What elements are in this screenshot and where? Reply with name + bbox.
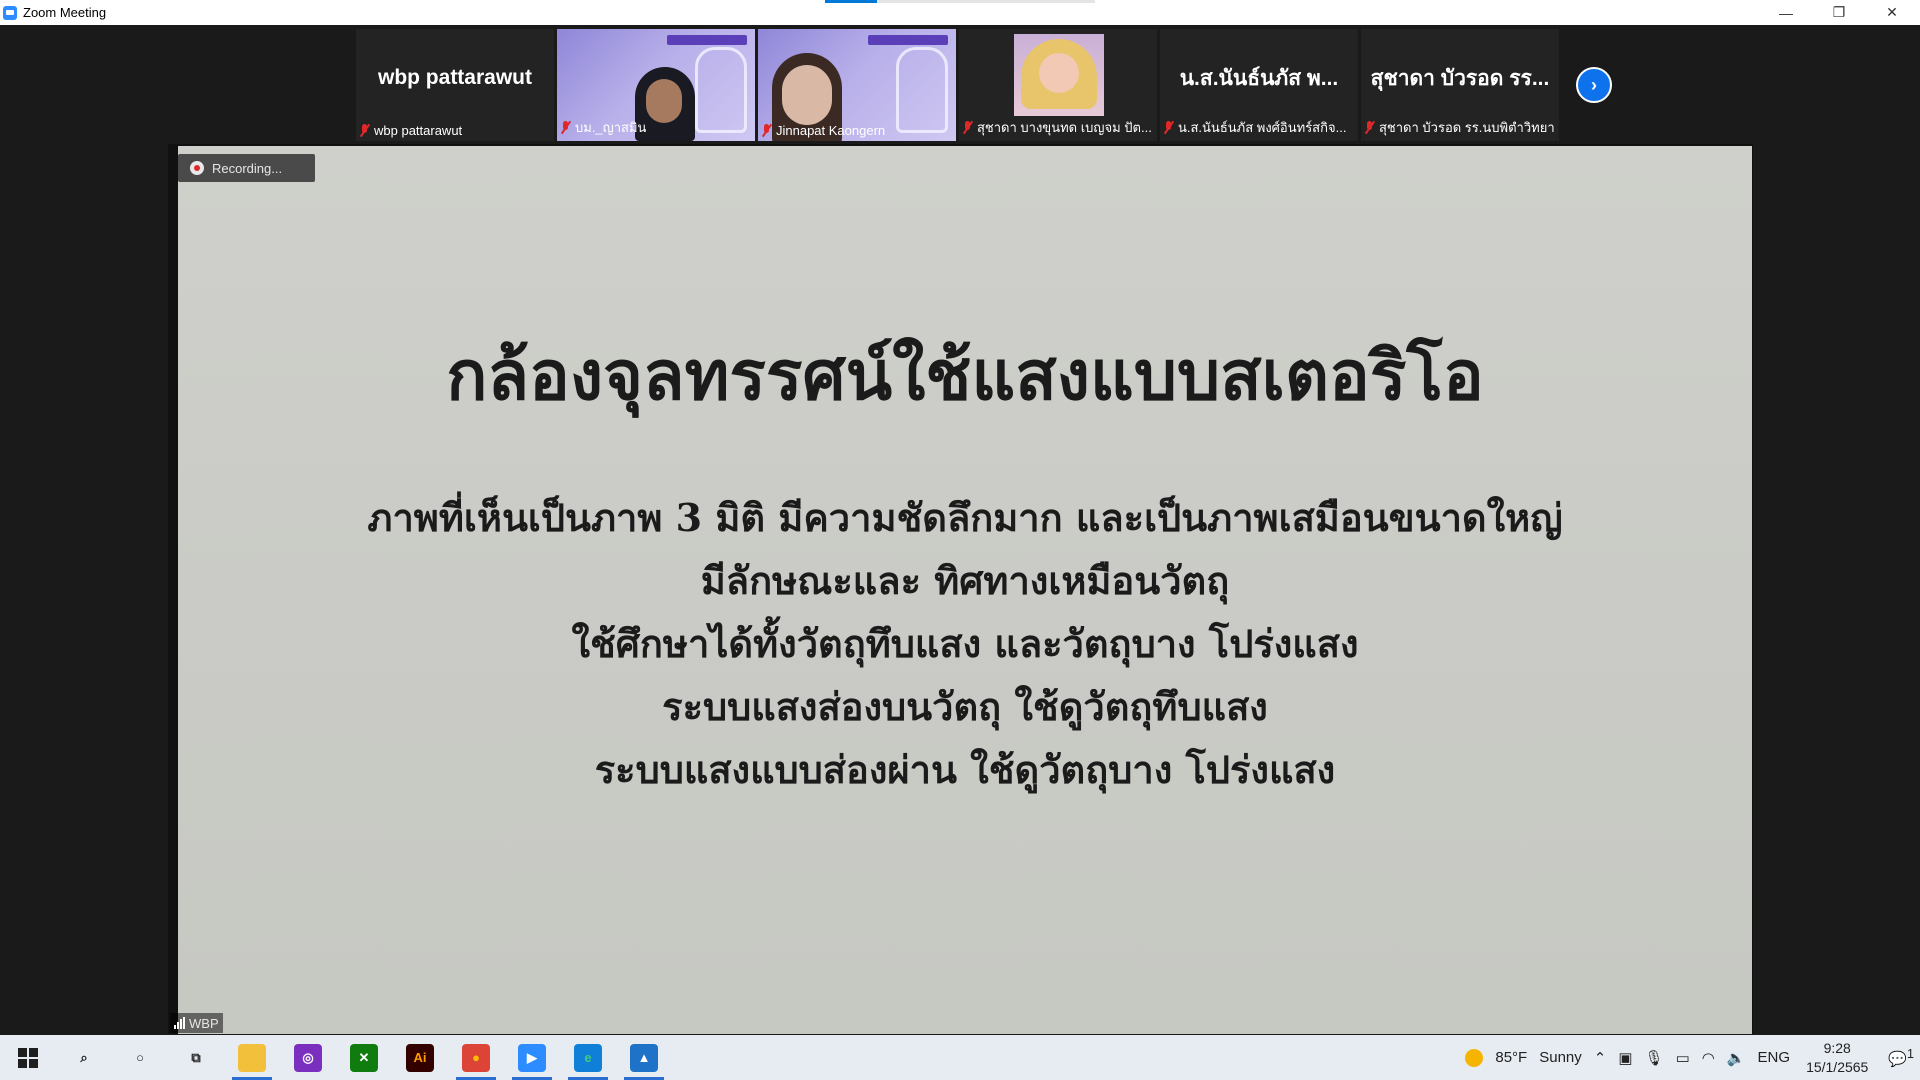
zoom-app-icon	[3, 5, 17, 20]
photos-icon[interactable]: ▲	[616, 1035, 672, 1080]
participant-tile[interactable]: บม._ญาสมิน	[557, 29, 755, 141]
task-view-icon[interactable]: ⧉	[168, 1035, 224, 1080]
recording-indicator[interactable]: Recording...	[178, 154, 315, 182]
window-title-bar: Zoom Meeting — ❐ ✕	[0, 0, 1920, 25]
meet-now-icon[interactable]: ▣	[1618, 1049, 1632, 1067]
participant-tile[interactable]: น.ส.นันธ์นภัส พ... น.ส.นันธ์นภัส พงศ์อิน…	[1160, 29, 1358, 141]
weather-temp[interactable]: 85°F	[1495, 1049, 1527, 1066]
zoom-icon[interactable]: ▶	[504, 1035, 560, 1080]
notifications-icon[interactable]: 💬1	[1888, 1047, 1914, 1068]
participant-strip: wbp pattarawut wbp pattarawut บม._ญาสมิน…	[356, 29, 1612, 141]
system-tray: 85°F Sunny ⌃ ▣ 🎙 ▭ ◠ 🔈 ENG 9:28 15/1/256…	[1459, 1035, 1920, 1080]
cortana-icon[interactable]: ○	[112, 1035, 168, 1080]
search-icon[interactable]: ⌕	[56, 1035, 112, 1080]
chevron-up-icon[interactable]: ⌃	[1594, 1049, 1607, 1067]
file-explorer-icon[interactable]: ▬	[224, 1035, 280, 1080]
mic-muted-icon	[762, 124, 772, 137]
clock-time: 9:28	[1823, 1039, 1851, 1056]
clock[interactable]: 9:28 15/1/2565	[1806, 1039, 1868, 1077]
clock-date: 15/1/2565	[1806, 1058, 1869, 1075]
volume-icon[interactable]: 🔈	[1727, 1049, 1746, 1067]
language-indicator[interactable]: ENG	[1758, 1049, 1791, 1066]
notification-count: 1	[1907, 1047, 1914, 1061]
weather-sun-icon	[1465, 1048, 1484, 1067]
wifi-icon[interactable]: ◠	[1702, 1049, 1715, 1067]
weather-condition[interactable]: Sunny	[1539, 1049, 1582, 1066]
participant-label: wbp pattarawut	[360, 123, 462, 138]
taskbar-apps: ⌕ ○ ⧉ ▬ ◎ ✕ Ai ● ▶ e ▲	[56, 1035, 672, 1080]
recording-label: Recording...	[212, 160, 283, 176]
participant-tile[interactable]: สุชาดา บัวรอด รร... สุชาดา บัวรอด รร.นบพ…	[1361, 29, 1559, 141]
slide-line: ระบบแสงแบบส่องผ่าน ใช้ดูวัตถุบาง โปร่งแส…	[594, 747, 1336, 792]
taskbar: ⌕ ○ ⧉ ▬ ◎ ✕ Ai ● ▶ e ▲ 85°F Sunny ⌃ ▣ 🎙 ▭ ◠ 🔈 ENG …	[0, 1035, 1920, 1080]
participant-tile[interactable]: wbp pattarawut wbp pattarawut	[356, 29, 554, 141]
mic-muted-icon	[360, 124, 370, 137]
close-button[interactable]: ✕	[1866, 0, 1918, 25]
participant-label: น.ส.นันธ์นภัส พงศ์อินทร์สกิจ...	[1164, 117, 1346, 138]
windows-start-icon[interactable]	[0, 1035, 56, 1080]
slide-title: กล้องจุลทรรศน์ใช้แสงแบบสเตอริโอ	[446, 336, 1484, 416]
cloud-record-icon	[190, 161, 204, 175]
edge-icon[interactable]: e	[560, 1035, 616, 1080]
next-participants-button[interactable]: ›	[1576, 67, 1612, 103]
chrome-icon[interactable]: ●	[448, 1035, 504, 1080]
microscope-graphic	[896, 47, 948, 133]
microscope-graphic	[695, 47, 747, 133]
title-progress-indicator	[825, 0, 1095, 3]
xbox-icon[interactable]: ✕	[336, 1035, 392, 1080]
participant-label: Jinnapat Kaongern	[762, 123, 885, 138]
battery-icon[interactable]: ▭	[1676, 1049, 1690, 1067]
window-title: Zoom Meeting	[23, 5, 107, 20]
participant-tile[interactable]: สุชาดา บางขุนทด เบญจม ปัต...	[959, 29, 1157, 141]
mic-muted-icon	[963, 121, 973, 134]
sharer-label: WBP	[170, 1013, 223, 1033]
illustrator-icon[interactable]: Ai	[392, 1035, 448, 1080]
video-background-banner	[868, 35, 948, 45]
slide-line: มีลักษณะและ ทิศทางเหมือนวัตถุ	[700, 558, 1230, 603]
slide-line: ภาพที่เห็นเป็นภาพ 3 มิติ มีความชัดลึกมาก…	[367, 495, 1563, 540]
presentation-slide: กล้องจุลทรรศน์ใช้แสงแบบสเตอริโอ ภาพที่เห…	[178, 146, 1752, 1034]
participant-label: สุชาดา บัวรอด รร.นบพิตำวิทยา	[1365, 117, 1555, 138]
mic-muted-icon	[1365, 121, 1375, 134]
video-background-banner	[667, 35, 747, 45]
slide-body: ภาพที่เห็นเป็นภาพ 3 มิติ มีความชัดลึกมาก…	[178, 486, 1752, 801]
microphone-icon[interactable]: 🎙	[1645, 1049, 1664, 1067]
slide-line: ใช้ศึกษาได้ทั้งวัตถุทึบแสง และวัตถุบาง โ…	[571, 621, 1359, 666]
signal-strength-icon	[174, 1017, 185, 1029]
mic-muted-icon	[1164, 121, 1174, 134]
podcast-app-icon[interactable]: ◎	[280, 1035, 336, 1080]
participant-tile[interactable]: Jinnapat Kaongern	[758, 29, 956, 141]
minimize-button[interactable]: —	[1760, 0, 1812, 25]
restore-button[interactable]: ❐	[1813, 0, 1865, 25]
mic-muted-icon	[561, 121, 571, 134]
slide-line: ระบบแสงส่องบนวัตถุ ใช้ดูวัตถุทึบแสง	[662, 684, 1268, 729]
participant-label: บม._ญาสมิน	[561, 117, 646, 138]
participant-label: สุชาดา บางขุนทด เบญจม ปัต...	[963, 117, 1152, 138]
